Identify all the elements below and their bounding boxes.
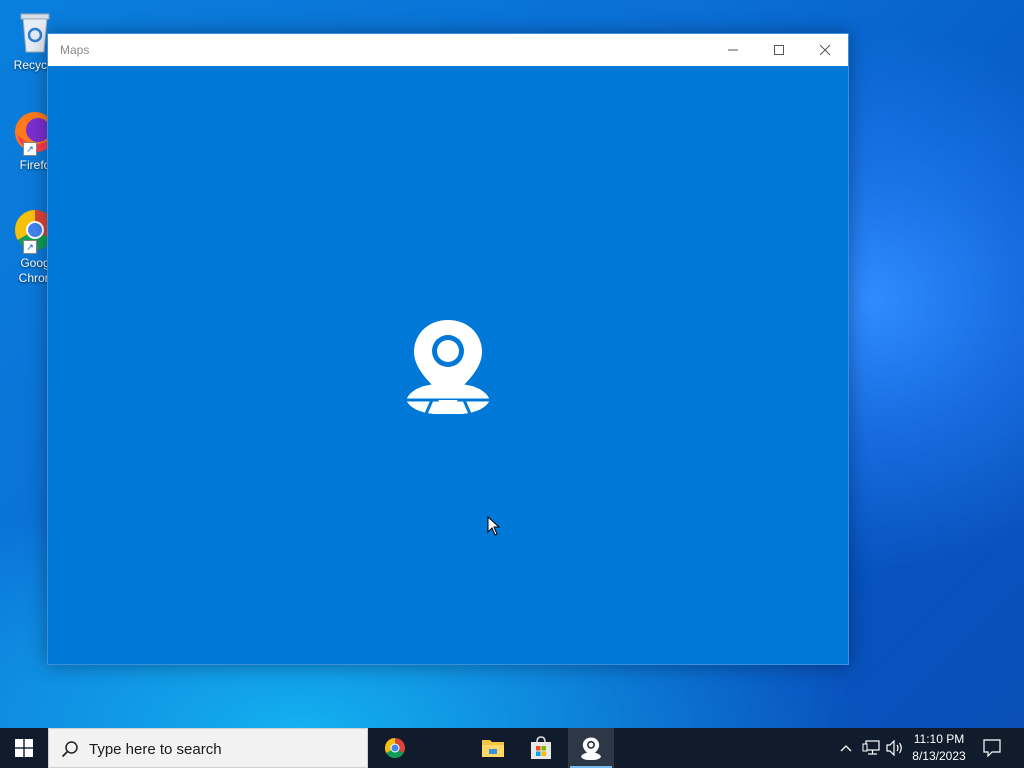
close-button[interactable] bbox=[802, 34, 848, 66]
network-icon bbox=[862, 740, 880, 755]
maximize-button[interactable] bbox=[756, 34, 802, 66]
taskbar-app-file-explorer[interactable] bbox=[470, 728, 516, 768]
clock-date: 8/13/2023 bbox=[912, 749, 966, 763]
taskbar-app-chrome[interactable] bbox=[372, 728, 418, 768]
chevron-up-icon bbox=[840, 745, 852, 752]
minimize-icon bbox=[728, 49, 738, 51]
window-content bbox=[48, 66, 848, 664]
action-center-button[interactable] bbox=[976, 728, 1008, 768]
search-placeholder: Type here to search bbox=[89, 741, 222, 758]
network-button[interactable] bbox=[860, 728, 882, 768]
maps-pin-icon bbox=[580, 737, 602, 760]
close-icon bbox=[819, 44, 831, 56]
show-hidden-icons-button[interactable] bbox=[836, 728, 856, 768]
maximize-icon bbox=[774, 45, 784, 55]
taskbar-app-microsoft-store[interactable] bbox=[518, 728, 564, 768]
maps-pin-icon bbox=[402, 314, 494, 415]
clock[interactable]: 11:10 PM 8/13/2023 bbox=[906, 731, 972, 765]
volume-button[interactable] bbox=[884, 728, 906, 768]
minimize-button[interactable] bbox=[710, 34, 756, 66]
windows-logo-icon bbox=[15, 739, 33, 757]
notification-icon bbox=[983, 739, 1001, 757]
mouse-cursor-icon bbox=[487, 515, 501, 536]
search-input[interactable]: Type here to search bbox=[48, 728, 368, 768]
chrome-icon bbox=[385, 738, 405, 758]
volume-icon bbox=[886, 740, 902, 756]
start-button[interactable] bbox=[0, 728, 48, 768]
desktop: Recycle ↗ Firefo ↗ Goog Chron Maps bbox=[0, 0, 1024, 728]
shortcut-arrow-icon: ↗ bbox=[23, 240, 37, 254]
taskbar: Type here to search 11:10 PM 8/13/2023 bbox=[0, 728, 1024, 768]
microsoft-store-icon bbox=[531, 736, 551, 759]
maps-window: Maps bbox=[47, 33, 849, 665]
window-titlebar[interactable]: Maps bbox=[48, 34, 848, 66]
shortcut-arrow-icon: ↗ bbox=[23, 142, 37, 156]
taskbar-app-maps[interactable] bbox=[568, 728, 614, 768]
file-explorer-icon bbox=[482, 740, 504, 757]
window-title: Maps bbox=[60, 43, 90, 57]
clock-time: 11:10 PM bbox=[913, 732, 965, 746]
search-icon bbox=[61, 740, 79, 758]
